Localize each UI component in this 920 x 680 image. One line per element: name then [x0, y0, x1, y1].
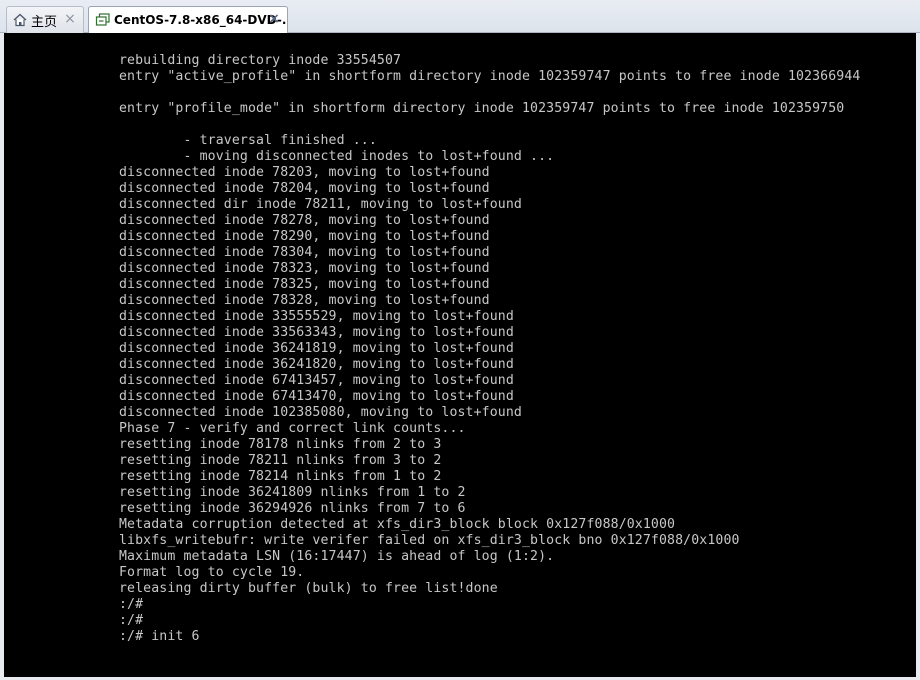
console-line: resetting inode 36294926 nlinks from 7 t… — [119, 501, 466, 516]
console-prompt: :/# init 6 — [119, 629, 200, 644]
console-line: disconnected inode 78304, moving to lost… — [119, 245, 490, 260]
console-line: disconnected inode 78204, moving to lost… — [119, 181, 490, 196]
console-line: disconnected inode 78323, moving to lost… — [119, 261, 490, 276]
frame-right-edge — [916, 33, 920, 677]
console-line: rebuilding directory inode 33554507 — [119, 53, 402, 68]
console-line: disconnected inode 78278, moving to lost… — [119, 213, 490, 228]
console-line: Format log to cycle 19. — [119, 565, 305, 580]
console-line: Maximum metadata LSN (16:17447) is ahead… — [119, 549, 555, 564]
tab-bar: 主页 × CentOS-7.8-x86_64-DVD-... × — [0, 0, 920, 34]
home-icon — [12, 12, 28, 28]
console-line: resetting inode 78178 nlinks from 2 to 3 — [119, 437, 442, 452]
console-line: resetting inode 78211 nlinks from 3 to 2 — [119, 453, 442, 468]
console-line: resetting inode 78214 nlinks from 1 to 2 — [119, 469, 442, 484]
close-icon[interactable]: × — [267, 12, 281, 26]
tab-home[interactable]: 主页 × — [6, 6, 84, 33]
console-line: entry "profile_mode" in shortform direct… — [119, 101, 845, 116]
console-line: - traversal finished ... — [119, 133, 377, 148]
console-line: disconnected inode 102385080, moving to … — [119, 405, 522, 420]
console-line: disconnected inode 78290, moving to lost… — [119, 229, 490, 244]
console-output: rebuilding directory inode 33554507 entr… — [119, 53, 860, 645]
console-line: disconnected inode 78203, moving to lost… — [119, 165, 490, 180]
console-prompt: :/# — [119, 597, 144, 612]
console-line: entry "active_profile" in shortform dire… — [119, 69, 861, 84]
console-prompt: :/# — [119, 613, 144, 628]
console-line: disconnected inode 78325, moving to lost… — [119, 277, 490, 292]
console-line: disconnected inode 33555529, moving to l… — [119, 309, 514, 324]
vm-icon — [95, 12, 111, 28]
console-line: resetting inode 36241809 nlinks from 1 t… — [119, 485, 466, 500]
console-line: Metadata corruption detected at xfs_dir3… — [119, 517, 676, 532]
console-line: disconnected inode 67413470, moving to l… — [119, 389, 514, 404]
close-icon[interactable]: × — [63, 12, 77, 26]
tab-centos-vm[interactable]: CentOS-7.8-x86_64-DVD-... × — [88, 6, 288, 34]
console-line: disconnected inode 36241819, moving to l… — [119, 341, 514, 356]
vm-console-screen[interactable]: rebuilding directory inode 33554507 entr… — [4, 33, 916, 677]
console-line: disconnected dir inode 78211, moving to … — [119, 197, 522, 212]
console-line: disconnected inode 33563343, moving to l… — [119, 325, 514, 340]
console-line: disconnected inode 78328, moving to lost… — [119, 293, 490, 308]
console-line: libxfs_writebufr: write verifer failed o… — [119, 533, 740, 548]
console-line: releasing dirty buffer (bulk) to free li… — [119, 581, 498, 596]
tab-home-label: 主页 — [31, 14, 58, 30]
console-line: Phase 7 - verify and correct link counts… — [119, 421, 466, 436]
console-line: disconnected inode 67413457, moving to l… — [119, 373, 514, 388]
console-line: disconnected inode 36241820, moving to l… — [119, 357, 514, 372]
tab-centos-vm-label: CentOS-7.8-x86_64-DVD-... — [114, 13, 287, 27]
vm-console-window: 主页 × CentOS-7.8-x86_64-DVD-... × rebuild… — [0, 0, 920, 680]
console-line: - moving disconnected inodes to lost+fou… — [119, 149, 555, 164]
